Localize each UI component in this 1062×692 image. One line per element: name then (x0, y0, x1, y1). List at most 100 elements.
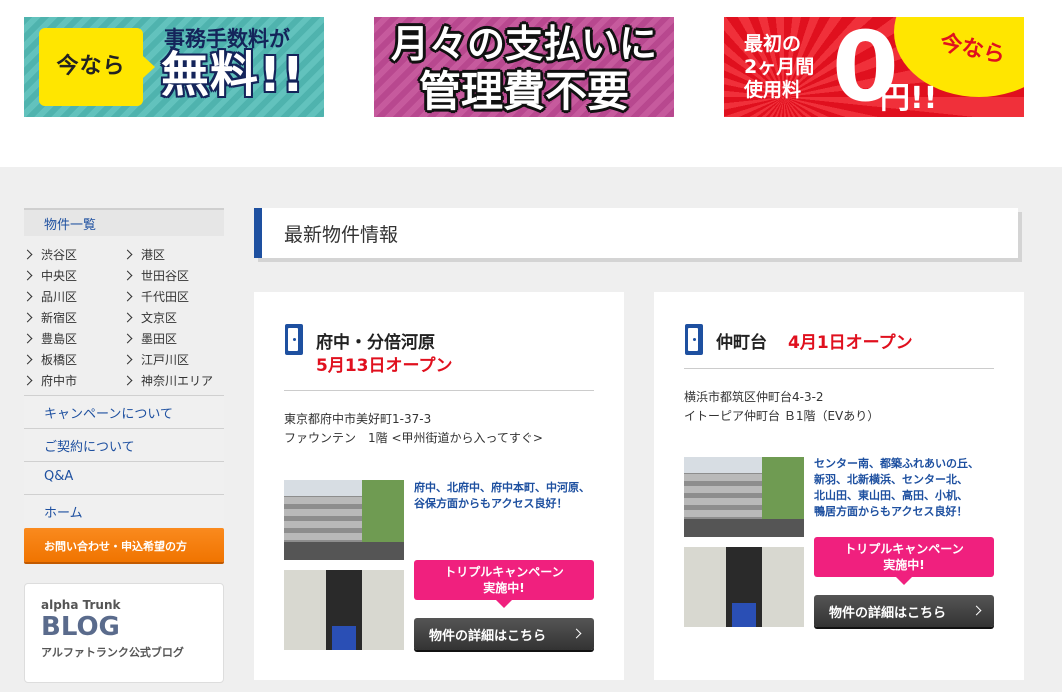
door-icon (285, 324, 303, 355)
access-line: 谷保方面からもアクセス良好！ (414, 497, 568, 510)
chevron-right-icon (22, 249, 33, 260)
area-label: 新宿区 (41, 311, 78, 325)
building-photo (284, 480, 404, 560)
area-label: 板橋区 (41, 353, 78, 367)
banner-line1: 最初の (744, 33, 802, 55)
address-line: 東京都府中市美好町1-37-3 (284, 412, 432, 426)
area-label: 江戸川区 (141, 353, 190, 367)
banner-unit: 円!! (880, 81, 938, 116)
access-line: 新羽、北新横浜、センター北、 (814, 473, 968, 486)
area-link[interactable]: 中央区 (22, 265, 124, 286)
area-label: 神奈川エリア (141, 374, 214, 388)
sidebar-heading: 物件一覧 (24, 208, 224, 236)
area-link[interactable]: 江戸川区 (122, 349, 224, 370)
banner-line3: 使用料 (744, 79, 802, 101)
chevron-right-icon (22, 375, 33, 386)
chevron-right-icon (22, 291, 33, 302)
corridor-photo (684, 547, 804, 627)
chevron-right-icon (571, 628, 582, 639)
area-label: 府中市 (41, 374, 78, 388)
chevron-right-icon (122, 291, 133, 302)
chevron-right-icon (971, 605, 982, 616)
divider (684, 368, 994, 369)
access-info: センター南、都築ふれあいの丘、 新羽、北新横浜、センター北、 北山田、東山田、高… (814, 456, 979, 520)
campaign-badge: トリプルキャンペーン 実施中! (414, 560, 594, 608)
area-link[interactable]: 渋谷区 (22, 244, 124, 265)
sidebar: 物件一覧 渋谷区 港区中央区 世田谷区品川区 千代田区新宿区 文京区豊島区 墨田区板橋区 江… (22, 208, 224, 683)
chevron-right-icon (22, 354, 33, 365)
chevron-right-icon (122, 354, 133, 365)
banner-line2: 2ヶ月間 (744, 56, 815, 78)
banner-badge: 今なら (56, 54, 126, 79)
chevron-right-icon (122, 249, 133, 260)
section-header: 最新物件情報 (254, 208, 1018, 258)
banner-text: 最初の 2ヶ月間 使用料 (744, 33, 814, 102)
opening-date: 5月13日オープン (316, 356, 453, 376)
sidebar-link-home[interactable]: ホーム (24, 494, 224, 527)
property-card: 仲町台 4月1日オープン 横浜市都筑区仲町台4-3-2 イトーピア仲町台 Ｂ1階… (654, 292, 1024, 680)
opening-date: 4月1日オープン (788, 333, 913, 353)
chevron-right-icon (122, 375, 133, 386)
banner-no-management-fee[interactable]: 月々の支払いに 管理費不要 (374, 17, 674, 117)
contact-button[interactable]: お問い合わせ・申込希望の方 (24, 528, 224, 562)
chevron-right-icon (22, 333, 33, 344)
area-link[interactable]: 品川区 (22, 286, 124, 307)
area-link[interactable]: 板橋区 (22, 349, 124, 370)
chevron-right-icon (22, 270, 33, 281)
sidebar-link-campaign[interactable]: キャンペーンについて (24, 395, 224, 428)
area-link[interactable]: 府中市 (22, 370, 124, 391)
detail-button[interactable]: 物件の詳細はこちら (814, 595, 994, 627)
campaign-line: トリプルキャンペーン (444, 565, 564, 579)
sidebar-link-faq[interactable]: Q&A (24, 461, 224, 494)
address-line: 横浜市都筑区仲町台4-3-2 (684, 390, 824, 404)
address-line: イトーピア仲町台 Ｂ1階（EVあり） (684, 409, 880, 423)
area-link[interactable]: 墨田区 (122, 328, 224, 349)
campaign-line: 実施中! (883, 558, 925, 572)
blog-subtitle: アルファトランク公式ブログ (41, 645, 184, 659)
area-link[interactable]: 世田谷区 (122, 265, 224, 286)
chevron-right-icon (122, 312, 133, 323)
address-line: ファウンテン 1階 <甲州街道から入ってすぐ> (284, 431, 543, 445)
area-label: 品川区 (41, 290, 78, 304)
banner-free-two-months[interactable]: 今なら 最初の 2ヶ月間 使用料 0 円!! (724, 17, 1024, 117)
area-label: 中央区 (41, 269, 78, 283)
campaign-line: 実施中! (483, 581, 525, 595)
building-photo (684, 457, 804, 537)
area-link[interactable]: 港区 (122, 244, 224, 265)
area-label: 豊島区 (41, 332, 78, 346)
area-label: 文京区 (141, 311, 178, 325)
banner-line2: 管理費不要 (418, 67, 629, 116)
area-link[interactable]: 千代田区 (122, 286, 224, 307)
access-line: 北山田、東山田、高田、小机、 (814, 489, 968, 502)
blog-title: BLOG (41, 612, 120, 642)
chevron-right-icon (122, 270, 133, 281)
area-link[interactable]: 神奈川エリア (122, 370, 224, 391)
chevron-right-icon (22, 312, 33, 323)
blog-small-title: alpha Trunk (41, 598, 121, 612)
area-link[interactable]: 豊島区 (22, 328, 124, 349)
area-link[interactable]: 文京区 (122, 307, 224, 328)
detail-button-label: 物件の詳細はこちら (829, 606, 947, 621)
area-label: 千代田区 (141, 290, 190, 304)
property-name: 府中・分倍河原 (316, 333, 435, 353)
banner-line2: 無料!! (161, 47, 305, 103)
property-address: 東京都府中市美好町1-37-3 ファウンテン 1階 <甲州街道から入ってすぐ> (284, 410, 543, 448)
area-label: 港区 (141, 248, 166, 262)
access-line: 府中、北府中、府中本町、中河原、 (414, 481, 590, 494)
chevron-right-icon (122, 333, 133, 344)
banner-line1: 月々の支払いに (390, 22, 657, 66)
divider (284, 390, 594, 391)
detail-button[interactable]: 物件の詳細はこちら (414, 618, 594, 650)
blog-banner[interactable]: alpha Trunk BLOG アルファトランク公式ブログ (24, 583, 224, 683)
sidebar-link-contract[interactable]: ご契約について (24, 428, 224, 461)
area-label: 世田谷区 (141, 269, 190, 283)
door-icon (685, 324, 703, 355)
campaign-line: トリプルキャンペーン (844, 542, 964, 556)
banner-no-admin-fee[interactable]: 今なら 事務手数料が 無料!! (24, 17, 324, 117)
property-name: 仲町台 (716, 333, 767, 353)
property-card: 府中・分倍河原 5月13日オープン 東京都府中市美好町1-37-3 ファウンテン… (254, 292, 624, 680)
area-link[interactable]: 新宿区 (22, 307, 124, 328)
access-line: 鴨居方面からもアクセス良好！ (814, 505, 968, 518)
corridor-photo (284, 570, 404, 650)
campaign-badge: トリプルキャンペーン 実施中! (814, 537, 994, 585)
